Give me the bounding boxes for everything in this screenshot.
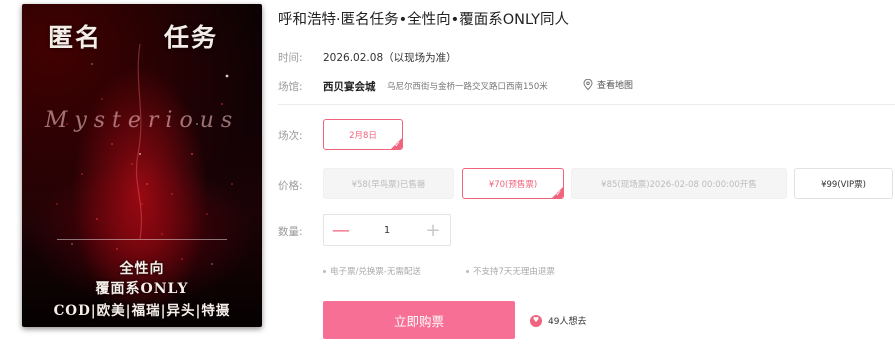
poster-line-2: 覆面系ONLY — [95, 281, 189, 297]
price-option-vip[interactable]: ¥99(VIP票) — [794, 168, 893, 199]
quantity-value[interactable]: 1 — [358, 225, 416, 236]
section-divider — [278, 104, 895, 105]
event-poster: 匿名 任务 Mysterious 全性向 覆面系ONLY COD|欧美|福瑞|异… — [22, 4, 262, 327]
price-option-early-bird[interactable]: ¥58(早鸟票)已售罄 — [323, 168, 454, 199]
location-pin-icon — [583, 79, 593, 90]
check-icon: ✓ — [394, 140, 401, 149]
price-option-label: ¥99(VIP票) — [821, 179, 866, 190]
session-label: 场次: — [278, 130, 303, 142]
session-option-feb8[interactable]: 2月8日 ✓ — [323, 119, 403, 150]
price-option-label: ¥70(预售票) — [488, 179, 538, 190]
venue-address: 乌尼尔西街与金桥一路交叉路口西南150米 — [387, 82, 548, 92]
poster-divider — [57, 239, 227, 240]
bullet-dot — [466, 270, 469, 273]
want-count-label: 49人想去 — [548, 317, 587, 327]
poster-line-1: 全性向 — [119, 261, 165, 277]
view-map-link[interactable]: 查看地图 — [583, 78, 633, 91]
time-label: 时间: — [278, 52, 303, 64]
want-to-go[interactable]: ♥ 49人想去 — [530, 314, 586, 327]
note-text: 电子票/兑换票-无需配送 — [330, 267, 421, 277]
price-option-label: ¥85(现场票)2026-02-08 00:00:00开售 — [601, 179, 757, 190]
venue-name: 西贝宴会城 — [323, 81, 376, 93]
time-value: 2026.02.08（以现场为准） — [323, 52, 457, 64]
note-no-refund: 不支持7天无理由退票 — [466, 265, 555, 277]
increment-button[interactable]: + — [416, 215, 450, 245]
venue-label: 场馆: — [278, 81, 303, 93]
note-text: 不支持7天无理由退票 — [473, 267, 555, 277]
buy-now-button[interactable]: 立即购票 — [323, 301, 515, 339]
view-map-label: 查看地图 — [597, 81, 634, 91]
price-label: 价格: — [278, 180, 303, 192]
price-option-presale[interactable]: ¥70(预售票) ✓ — [462, 168, 564, 199]
poster-title-left: 匿名 — [48, 23, 103, 52]
poster-line-3: COD|欧美|福瑞|异头|特摄 — [53, 303, 231, 319]
bullet-dot — [323, 270, 326, 273]
note-eticket: 电子票/兑换票-无需配送 — [323, 265, 421, 277]
event-title: 呼和浩特·匿名任务•全性向•覆面系ONLY同人 — [278, 12, 569, 28]
heart-icon: ♥ — [530, 314, 542, 327]
decrement-button[interactable]: — — [324, 215, 358, 245]
poster-title-right: 任务 — [164, 23, 219, 52]
session-option-label: 2月8日 — [349, 130, 377, 141]
quantity-stepper: — 1 + — [323, 214, 451, 246]
check-icon: ✓ — [555, 189, 562, 198]
poster-script-text: Mysterious — [44, 108, 240, 133]
quantity-label: 数量: — [278, 226, 303, 238]
price-option-label: ¥58(早鸟票)已售罄 — [351, 179, 426, 190]
price-option-door[interactable]: ¥85(现场票)2026-02-08 00:00:00开售 — [571, 168, 787, 199]
